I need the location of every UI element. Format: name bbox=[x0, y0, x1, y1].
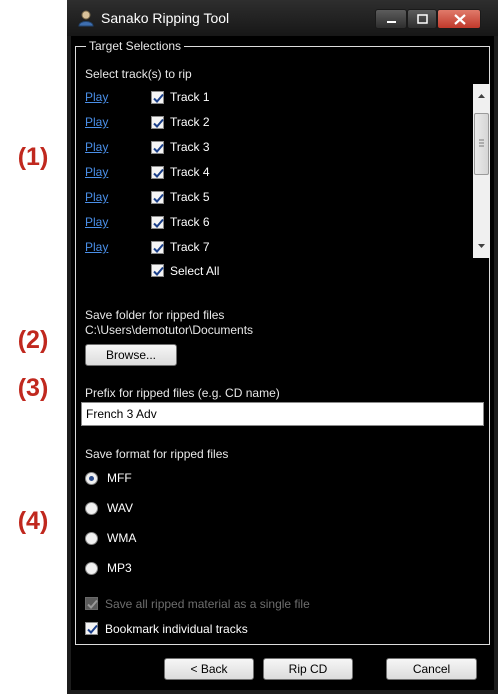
single-file-checkbox bbox=[85, 597, 98, 610]
track-3-label: Track 3 bbox=[170, 140, 210, 154]
play-link-track-1[interactable]: Play bbox=[85, 90, 108, 104]
track-2-label: Track 2 bbox=[170, 115, 210, 129]
play-link-track-3[interactable]: Play bbox=[85, 140, 108, 154]
checkmark-icon bbox=[87, 599, 98, 609]
checkmark-icon bbox=[153, 266, 164, 276]
checkmark-icon bbox=[153, 168, 164, 178]
format-radio-mp3[interactable] bbox=[85, 562, 98, 575]
checkmark-icon bbox=[153, 143, 164, 153]
play-link-track-7[interactable]: Play bbox=[85, 240, 108, 254]
browse-button[interactable]: Browse... bbox=[85, 344, 177, 366]
single-file-label: Save all ripped material as a single fil… bbox=[105, 597, 310, 611]
format-radio-mff[interactable] bbox=[85, 472, 98, 485]
track-4-label: Track 4 bbox=[170, 165, 210, 179]
title-bar[interactable]: Sanako Ripping Tool bbox=[67, 0, 498, 36]
format-radio-wma[interactable] bbox=[85, 532, 98, 545]
checkmark-icon bbox=[153, 193, 164, 203]
track-4-checkbox[interactable] bbox=[151, 166, 164, 179]
format-wav-label: WAV bbox=[107, 501, 133, 515]
cancel-button[interactable]: Cancel bbox=[386, 658, 477, 680]
maximize-icon bbox=[417, 14, 428, 24]
play-link-track-4[interactable]: Play bbox=[85, 165, 108, 179]
annotation-1: (1) bbox=[17, 143, 49, 171]
annotation-3: (3) bbox=[17, 374, 49, 402]
select-all-checkbox[interactable] bbox=[151, 264, 164, 277]
track-6-label: Track 6 bbox=[170, 215, 210, 229]
rip-cd-button[interactable]: Rip CD bbox=[263, 658, 353, 680]
back-button[interactable]: < Back bbox=[164, 658, 254, 680]
app-user-icon bbox=[77, 9, 95, 27]
close-button[interactable] bbox=[437, 9, 481, 29]
play-link-track-6[interactable]: Play bbox=[85, 215, 108, 229]
play-link-track-2[interactable]: Play bbox=[85, 115, 108, 129]
track-6-checkbox[interactable] bbox=[151, 216, 164, 229]
track-5-label: Track 5 bbox=[170, 190, 210, 204]
maximize-button[interactable] bbox=[407, 9, 437, 29]
select-all-label: Select All bbox=[170, 264, 220, 278]
group-legend: Target Selections bbox=[86, 39, 185, 53]
window-title: Sanako Ripping Tool bbox=[101, 10, 230, 26]
track-1-label: Track 1 bbox=[170, 90, 210, 104]
checkmark-icon bbox=[153, 218, 164, 228]
ripping-tool-window: Sanako Ripping Tool Target Selections Se… bbox=[67, 0, 498, 694]
format-label: Save format for ripped files bbox=[85, 447, 229, 461]
radio-selected-dot bbox=[89, 476, 94, 481]
track-list-scrollbar[interactable] bbox=[473, 84, 490, 258]
prefix-label: Prefix for ripped files (e.g. CD name) bbox=[85, 386, 280, 400]
track-3-checkbox[interactable] bbox=[151, 141, 164, 154]
track-7-label: Track 7 bbox=[170, 240, 210, 254]
format-mff-label: MFF bbox=[107, 471, 132, 485]
grip-icon bbox=[479, 139, 484, 147]
bookmark-label: Bookmark individual tracks bbox=[105, 622, 248, 636]
select-tracks-label: Select track(s) to rip bbox=[85, 67, 192, 81]
checkmark-icon bbox=[153, 118, 164, 128]
track-2-checkbox[interactable] bbox=[151, 116, 164, 129]
annotation-4: (4) bbox=[17, 507, 49, 535]
format-radio-wav[interactable] bbox=[85, 502, 98, 515]
format-mp3-label: MP3 bbox=[107, 561, 132, 575]
save-folder-label: Save folder for ripped files bbox=[85, 308, 225, 322]
close-icon bbox=[454, 14, 466, 25]
format-wma-label: WMA bbox=[107, 531, 137, 545]
checkmark-icon bbox=[153, 93, 164, 103]
track-7-checkbox[interactable] bbox=[151, 241, 164, 254]
prefix-input[interactable]: French 3 Adv bbox=[81, 402, 484, 426]
minimize-icon bbox=[387, 21, 396, 23]
bookmark-checkbox[interactable] bbox=[85, 622, 98, 635]
checkmark-icon bbox=[153, 243, 164, 253]
track-5-checkbox[interactable] bbox=[151, 191, 164, 204]
dialog-client-area: Target Selections Select track(s) to rip… bbox=[71, 36, 494, 690]
scrollbar-thumb[interactable] bbox=[474, 113, 489, 175]
minimize-button[interactable] bbox=[375, 9, 407, 29]
save-folder-path: C:\Users\demotutor\Documents bbox=[85, 323, 254, 337]
checkmark-icon bbox=[87, 624, 98, 634]
track-1-checkbox[interactable] bbox=[151, 91, 164, 104]
annotation-2: (2) bbox=[17, 326, 49, 354]
play-link-track-5[interactable]: Play bbox=[85, 190, 108, 204]
